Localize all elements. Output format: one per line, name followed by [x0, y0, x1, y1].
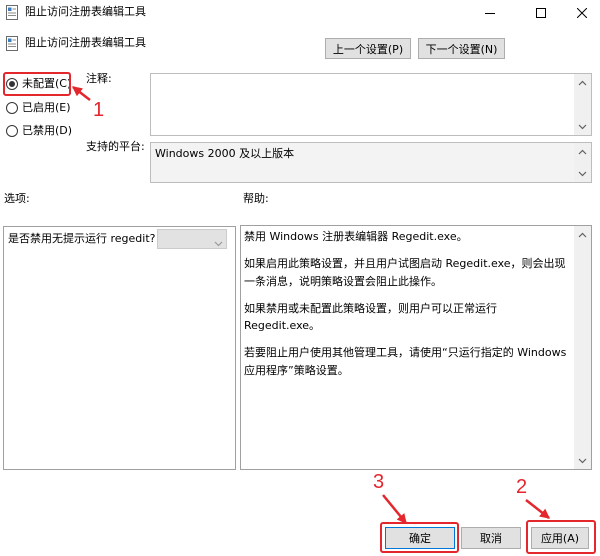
- platform-scroll-down-button[interactable]: [574, 165, 591, 182]
- platform-value: Windows 2000 及以上版本: [155, 147, 295, 160]
- help-text: 禁用 Windows 注册表编辑器 Regedit.exe。 如果启用此策略设置…: [244, 228, 572, 389]
- radio-label: 已禁用(D): [22, 124, 73, 137]
- radio-label: 已启用(E): [22, 101, 71, 114]
- close-button[interactable]: [563, 0, 600, 26]
- next-setting-button[interactable]: 下一个设置(N): [418, 38, 505, 59]
- prev-setting-button[interactable]: 上一个设置(P): [325, 38, 411, 59]
- annotation-step-2: 2: [516, 476, 528, 498]
- chevron-up-icon: [578, 80, 587, 85]
- radio-enabled[interactable]: 已启用(E): [0, 94, 80, 117]
- options-label: 选项:: [4, 192, 30, 205]
- annotation-arrow-2: [525, 499, 550, 519]
- help-scroll-down-button[interactable]: [574, 452, 591, 469]
- platform-scrollbar[interactable]: [574, 143, 591, 182]
- annotation-box-not-configured: [3, 72, 71, 96]
- help-scrollbar[interactable]: [574, 226, 591, 469]
- comment-label: 注释:: [86, 72, 112, 85]
- chevron-down-icon: [578, 458, 587, 463]
- minimize-button[interactable]: [467, 0, 513, 26]
- comment-scroll-down-button[interactable]: [574, 118, 591, 135]
- annotation-arrow-3: [382, 494, 407, 524]
- title-bar[interactable]: 阻止访问注册表编辑工具: [0, 0, 600, 26]
- chevron-down-icon: [578, 124, 587, 129]
- close-icon: [576, 8, 587, 18]
- chevron-down-icon: [214, 237, 223, 247]
- policy-icon: [5, 36, 19, 51]
- platform-field[interactable]: Windows 2000 及以上版本: [150, 142, 592, 183]
- policy-icon: [5, 5, 19, 20]
- radio-circle[interactable]: [6, 102, 18, 114]
- help-label: 帮助:: [243, 192, 269, 205]
- help-scroll-up-button[interactable]: [574, 226, 591, 243]
- help-panel: 禁用 Windows 注册表编辑器 Regedit.exe。 如果启用此策略设置…: [240, 225, 592, 470]
- platform-label: 支持的平台:: [86, 140, 145, 153]
- annotation-step-3: 3: [373, 471, 385, 493]
- window-title: 阻止访问注册表编辑工具: [25, 5, 146, 18]
- chevron-up-icon: [578, 149, 587, 154]
- cancel-button[interactable]: 取消: [461, 527, 521, 549]
- silent-regedit-dropdown[interactable]: [157, 229, 227, 249]
- help-paragraph: 如果启用此策略设置，并且用户试图启动 Regedit.exe，则会出现一条消息，…: [244, 257, 566, 288]
- help-paragraph: 如果禁用或未配置此策略设置，则用户可以正常运行 Regedit.exe。: [244, 301, 497, 333]
- help-paragraph: 若要阻止用户使用其他管理工具，请使用“只运行指定的 Windows 应用程序”策…: [244, 346, 567, 377]
- maximize-icon: [536, 8, 546, 18]
- annotation-box-ok: [380, 522, 459, 553]
- maximize-button[interactable]: [518, 0, 564, 26]
- options-panel: 是否禁用无提示运行 regedit?: [3, 226, 236, 470]
- platform-scroll-up-button[interactable]: [574, 143, 591, 160]
- chevron-down-icon: [578, 171, 587, 176]
- comment-scrollbar[interactable]: [574, 74, 591, 135]
- help-paragraph: 禁用 Windows 注册表编辑器 Regedit.exe。: [244, 230, 468, 243]
- comment-textarea[interactable]: [150, 73, 592, 136]
- annotation-step-1: 1: [93, 99, 105, 121]
- policy-name: 阻止访问注册表编辑工具: [25, 36, 146, 49]
- radio-circle[interactable]: [6, 125, 18, 137]
- annotation-box-apply: [526, 520, 596, 554]
- comment-scroll-up-button[interactable]: [574, 74, 591, 91]
- chevron-up-icon: [578, 232, 587, 237]
- silent-regedit-question: 是否禁用无提示运行 regedit?: [8, 232, 156, 245]
- minimize-icon: [485, 13, 495, 14]
- radio-disabled[interactable]: 已禁用(D): [0, 117, 80, 140]
